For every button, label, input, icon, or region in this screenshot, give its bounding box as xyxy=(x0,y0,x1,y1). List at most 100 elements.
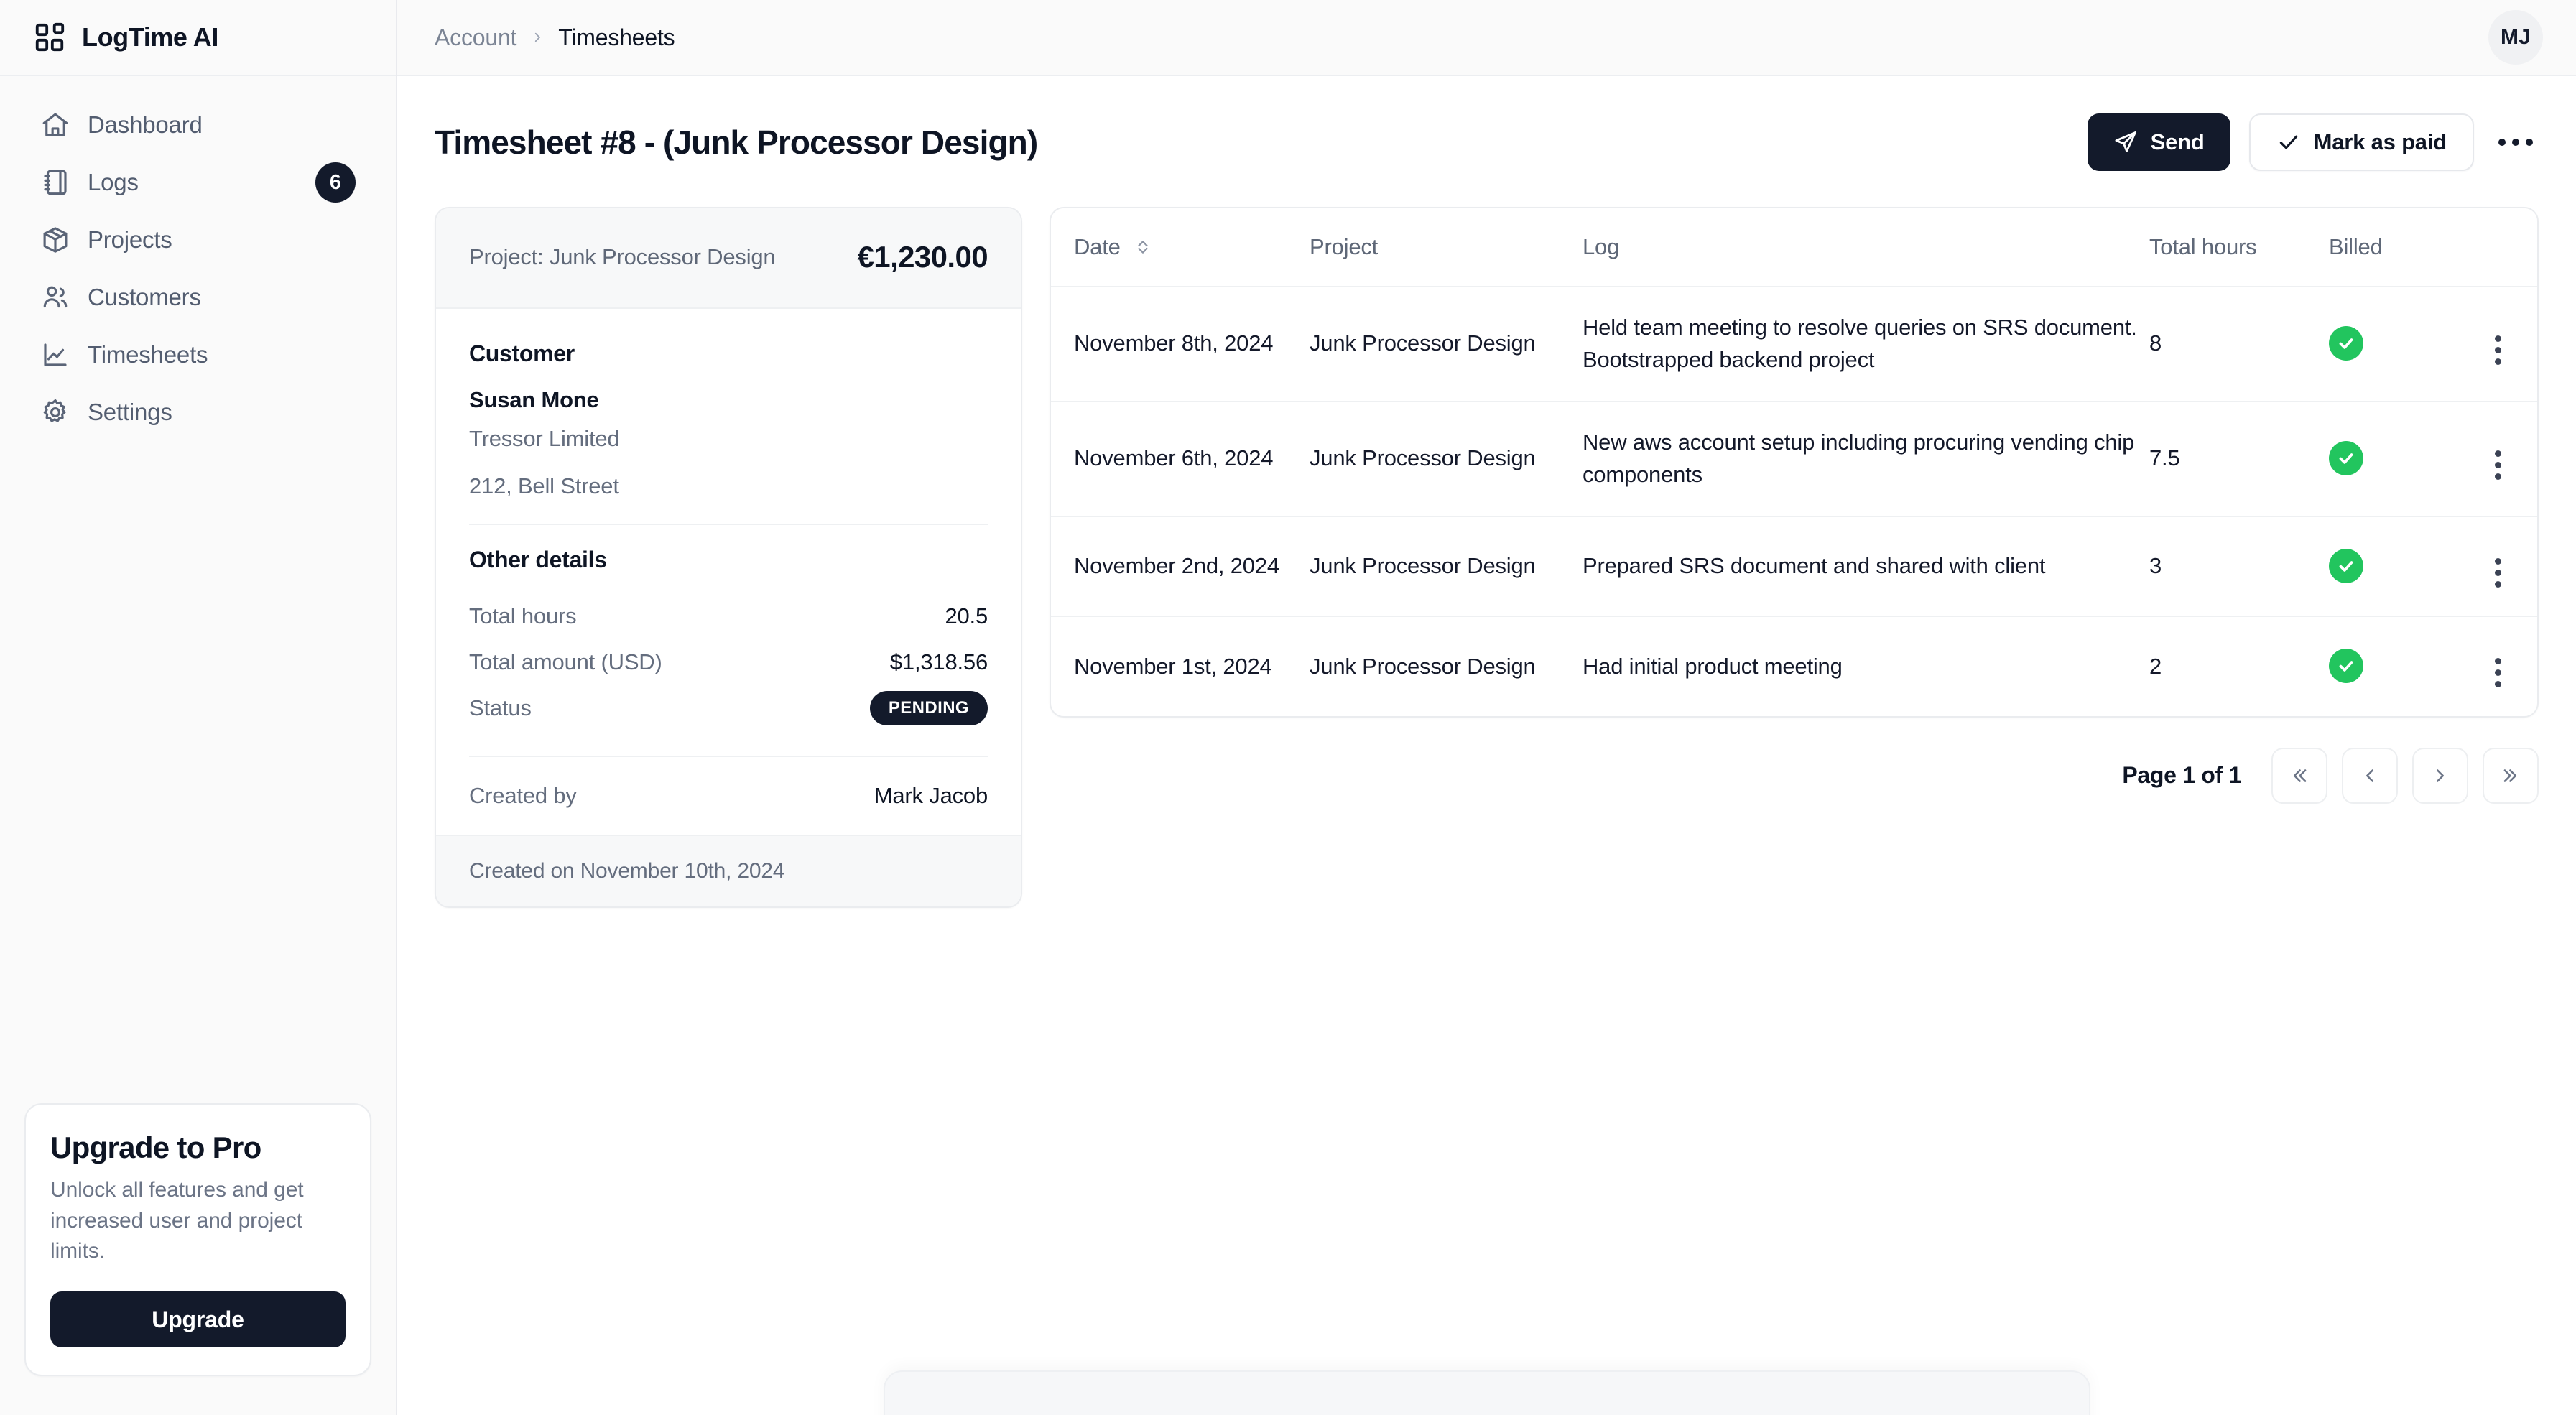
sidebar-item-logs[interactable]: Logs 6 xyxy=(24,155,371,210)
line-chart-icon xyxy=(40,340,70,370)
next-page-button[interactable] xyxy=(2412,748,2468,804)
table-row[interactable]: November 6th, 2024 Junk Processor Design… xyxy=(1051,402,2537,516)
cell-date: November 6th, 2024 xyxy=(1051,402,1310,516)
customer-address: 212, Bell Street xyxy=(469,473,988,499)
row-menu-button[interactable] xyxy=(2479,447,2516,484)
summary-card-footer: Created on November 10th, 2024 xyxy=(436,835,1021,906)
sort-updown-icon xyxy=(1134,235,1152,259)
table-row[interactable]: November 8th, 2024 Junk Processor Design… xyxy=(1051,287,2537,402)
users-icon xyxy=(40,282,70,312)
logs-table-body: November 8th, 2024 Junk Processor Design… xyxy=(1051,287,2537,716)
row-menu-button[interactable] xyxy=(2479,554,2516,591)
cell-date: November 2nd, 2024 xyxy=(1051,516,1310,617)
previous-page-button[interactable] xyxy=(2342,748,2398,804)
summary-card-header: Project: Junk Processor Design €1,230.00 xyxy=(436,208,1021,309)
detail-label: Status xyxy=(469,695,532,721)
summary-card-body: Customer Susan Mone Tressor Limited 212,… xyxy=(436,309,1021,835)
logs-table-card: Date xyxy=(1050,207,2539,718)
page-title: Timesheet #8 - (Junk Processor Design) xyxy=(435,123,1037,162)
logs-table-wrapper: Date xyxy=(1050,207,2539,804)
cell-billed xyxy=(2329,287,2458,402)
brand[interactable]: LogTime AI xyxy=(0,0,396,76)
pagination: Page 1 of 1 xyxy=(1050,718,2539,804)
sort-date-control[interactable]: Date xyxy=(1074,234,1152,260)
customer-heading: Customer xyxy=(469,340,988,367)
logs-table-head: Date xyxy=(1051,208,2537,287)
package-box-icon xyxy=(40,225,70,255)
mark-as-paid-button[interactable]: Mark as paid xyxy=(2249,113,2474,171)
cell-actions xyxy=(2458,287,2537,402)
check-icon xyxy=(2276,130,2301,154)
send-button-label: Send xyxy=(2151,129,2205,155)
sidebar-spacer xyxy=(0,440,396,1103)
cell-date: November 1st, 2024 xyxy=(1051,616,1310,716)
summary-project-line: Project: Junk Processor Design xyxy=(469,244,775,270)
page-header: Timesheet #8 - (Junk Processor Design) S… xyxy=(435,113,2539,171)
send-button[interactable]: Send xyxy=(2088,113,2230,171)
cell-total-hours: 7.5 xyxy=(2149,402,2329,516)
page-content: Timesheet #8 - (Junk Processor Design) S… xyxy=(397,76,2576,1415)
sidebar-item-label: Timesheets xyxy=(88,341,208,368)
cell-total-hours: 2 xyxy=(2149,616,2329,716)
sidebar-item-label: Projects xyxy=(88,226,172,254)
logs-count-badge: 6 xyxy=(315,162,356,203)
cell-total-hours: 8 xyxy=(2149,287,2329,402)
upgrade-to-pro-card: Upgrade to Pro Unlock all features and g… xyxy=(24,1103,371,1376)
column-header-total-hours: Total hours xyxy=(2149,208,2329,287)
cell-billed xyxy=(2329,616,2458,716)
last-page-button[interactable] xyxy=(2483,748,2539,804)
column-header-label: Date xyxy=(1074,234,1121,260)
table-row[interactable]: November 1st, 2024 Junk Processor Design… xyxy=(1051,616,2537,716)
cell-log: Had initial product meeting xyxy=(1583,616,2149,716)
table-row[interactable]: November 2nd, 2024 Junk Processor Design… xyxy=(1051,516,2537,617)
app-root: LogTime AI Dashboard xyxy=(0,0,2576,1415)
column-header-label: Log xyxy=(1583,234,1619,259)
other-details-block: Other details Total hours 20.5 Total amo… xyxy=(469,547,988,731)
created-by-label: Created by xyxy=(469,783,577,809)
cell-project: Junk Processor Design xyxy=(1310,516,1583,617)
detail-value: 20.5 xyxy=(945,603,988,629)
body-grid: Project: Junk Processor Design €1,230.00… xyxy=(435,207,2539,908)
column-header-label: Total hours xyxy=(2149,234,2256,259)
table-header-row: Date xyxy=(1051,208,2537,287)
column-header-billed: Billed xyxy=(2329,208,2458,287)
row-menu-button[interactable] xyxy=(2479,332,2516,369)
avatar[interactable]: MJ xyxy=(2488,10,2543,65)
cell-project: Junk Processor Design xyxy=(1310,402,1583,516)
cell-project: Junk Processor Design xyxy=(1310,287,1583,402)
sidebar-nav: Dashboard Logs 6 xyxy=(0,76,396,440)
sidebar: LogTime AI Dashboard xyxy=(0,0,397,1415)
sidebar-item-dashboard[interactable]: Dashboard xyxy=(24,98,371,152)
cell-actions xyxy=(2458,616,2537,716)
cell-actions xyxy=(2458,516,2537,617)
cell-log: Prepared SRS document and shared with cl… xyxy=(1583,516,2149,617)
column-header-date[interactable]: Date xyxy=(1051,208,1310,287)
double-chevron-left-icon xyxy=(2289,765,2310,787)
grid-blocks-logo-icon xyxy=(33,21,66,54)
column-header-actions xyxy=(2458,208,2537,287)
sidebar-item-settings[interactable]: Settings xyxy=(24,385,371,440)
cell-project: Junk Processor Design xyxy=(1310,616,1583,716)
breadcrumb-item-account[interactable]: Account xyxy=(435,24,516,51)
row-menu-button[interactable] xyxy=(2479,654,2516,692)
gear-icon xyxy=(40,397,70,427)
upgrade-button[interactable]: Upgrade xyxy=(50,1291,346,1347)
send-plane-icon xyxy=(2113,130,2138,154)
detail-label: Total hours xyxy=(469,603,576,629)
more-options-button[interactable] xyxy=(2493,119,2539,165)
detail-row-created-by: Created by Mark Jacob xyxy=(469,757,988,809)
cell-actions xyxy=(2458,402,2537,516)
sidebar-item-customers[interactable]: Customers xyxy=(24,270,371,325)
sidebar-item-label: Customers xyxy=(88,284,201,311)
chevron-right-icon xyxy=(2429,765,2451,787)
upgrade-card-title: Upgrade to Pro xyxy=(50,1131,346,1165)
ellipsis-horizontal-icon xyxy=(2498,139,2533,146)
topbar: Account Timesheets MJ xyxy=(397,0,2576,76)
brand-name: LogTime AI xyxy=(82,22,218,52)
billed-check-icon xyxy=(2329,326,2363,361)
sidebar-item-timesheets[interactable]: Timesheets xyxy=(24,328,371,382)
first-page-button[interactable] xyxy=(2271,748,2327,804)
sidebar-item-projects[interactable]: Projects xyxy=(24,213,371,267)
other-details-heading: Other details xyxy=(469,547,988,573)
bottom-sheet-peek xyxy=(884,1370,2090,1415)
